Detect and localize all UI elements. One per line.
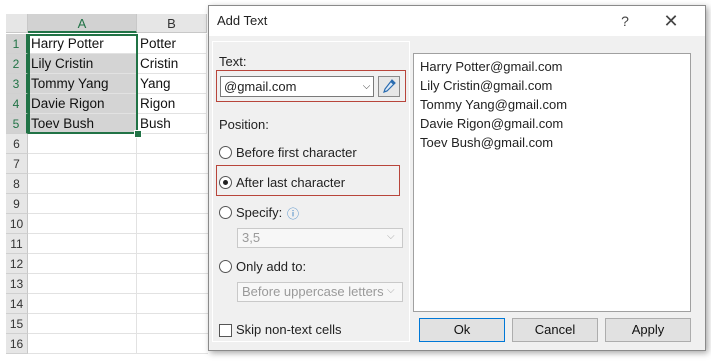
position-label: Position: [219, 117, 269, 132]
row-header-8[interactable]: 8 [6, 174, 28, 194]
preview-line: Harry Potter@gmail.com [420, 59, 563, 74]
cell-b5[interactable]: Bush [137, 114, 207, 134]
row-header-5[interactable]: 5 [6, 114, 28, 134]
help-button[interactable]: ? [613, 9, 637, 33]
cell-b4[interactable]: Rigon [137, 94, 207, 114]
row-header-14[interactable]: 14 [6, 294, 28, 314]
row-header-2[interactable]: 2 [6, 54, 28, 74]
skip-non-text-checkbox[interactable] [219, 324, 232, 337]
add-text-dialog: Add Text ? ✕ Text: @gmail.com ⌵ Before f… [208, 5, 706, 351]
apply-button[interactable]: Apply [605, 318, 691, 342]
info-icon[interactable]: ⓘ [287, 205, 299, 222]
before-first-label[interactable]: Before first character [236, 145, 357, 160]
preview-line: Toev Bush@gmail.com [420, 135, 554, 150]
after-last-label[interactable]: After last character [236, 175, 345, 190]
row-header-7[interactable]: 7 [6, 154, 28, 174]
specify-input[interactable]: 3,5 [237, 228, 403, 248]
dialog-titlebar[interactable]: Add Text ? ✕ [209, 6, 705, 36]
cell-a3[interactable]: Tommy Yang [28, 74, 137, 94]
cell-a2[interactable]: Lily Cristin [28, 54, 137, 74]
only-add-to-select[interactable]: Before uppercase letters [237, 282, 403, 302]
text-label: Text: [219, 54, 247, 69]
row-header-13[interactable]: 13 [6, 274, 28, 294]
column-gridline [136, 134, 137, 354]
only-add-to-label[interactable]: Only add to: [236, 259, 306, 274]
chevron-down-icon: ⌵ [387, 231, 395, 242]
text-picker-button[interactable] [378, 76, 400, 97]
chevron-down-icon[interactable]: ⌵ [359, 76, 374, 97]
chevron-down-icon: ⌵ [387, 285, 395, 296]
cell-b2[interactable]: Cristin [137, 54, 207, 74]
ok-button[interactable]: Ok [419, 318, 505, 342]
preview-line: Tommy Yang@gmail.com [420, 97, 568, 112]
cell-b1[interactable]: Potter [137, 34, 207, 54]
row-header-15[interactable]: 15 [6, 314, 28, 334]
text-combobox[interactable]: @gmail.com [220, 76, 374, 97]
row-header-3[interactable]: 3 [6, 74, 28, 94]
radio-after-last[interactable] [219, 176, 232, 189]
row-header-9[interactable]: 9 [6, 194, 28, 214]
preview-line: Davie Rigon@gmail.com [420, 116, 564, 131]
radio-before-first[interactable] [219, 146, 232, 159]
skip-non-text-label[interactable]: Skip non-text cells [236, 322, 342, 337]
select-all-corner[interactable] [6, 14, 28, 33]
close-button[interactable]: ✕ [655, 9, 687, 33]
preview-list: Harry Potter@gmail.com Lily Cristin@gmai… [413, 53, 691, 312]
cancel-button[interactable]: Cancel [512, 318, 598, 342]
row-header-11[interactable]: 11 [6, 234, 28, 254]
cell-a5[interactable]: Toev Bush [28, 114, 137, 134]
row-header-16[interactable]: 16 [6, 334, 28, 354]
radio-only-add-to[interactable] [219, 260, 232, 273]
preview-line: Lily Cristin@gmail.com [420, 78, 553, 93]
row-header-10[interactable]: 10 [6, 214, 28, 234]
dialog-title: Add Text [217, 13, 268, 28]
row-header-12[interactable]: 12 [6, 254, 28, 274]
fill-handle[interactable] [134, 130, 142, 138]
cell-a4[interactable]: Davie Rigon [28, 94, 137, 114]
cell-b3[interactable]: Yang [137, 74, 207, 94]
specify-label[interactable]: Specify: [236, 205, 282, 220]
empty-cells[interactable] [28, 134, 208, 354]
radio-specify[interactable] [219, 206, 232, 219]
column-header-b[interactable]: B [137, 14, 207, 33]
row-header-4[interactable]: 4 [6, 94, 28, 114]
eyedropper-icon [383, 79, 396, 93]
column-header-a[interactable]: A [28, 14, 137, 33]
cell-a1[interactable]: Harry Potter [28, 34, 137, 54]
row-header-6[interactable]: 6 [6, 134, 28, 154]
row-header-1[interactable]: 1 [6, 34, 28, 54]
